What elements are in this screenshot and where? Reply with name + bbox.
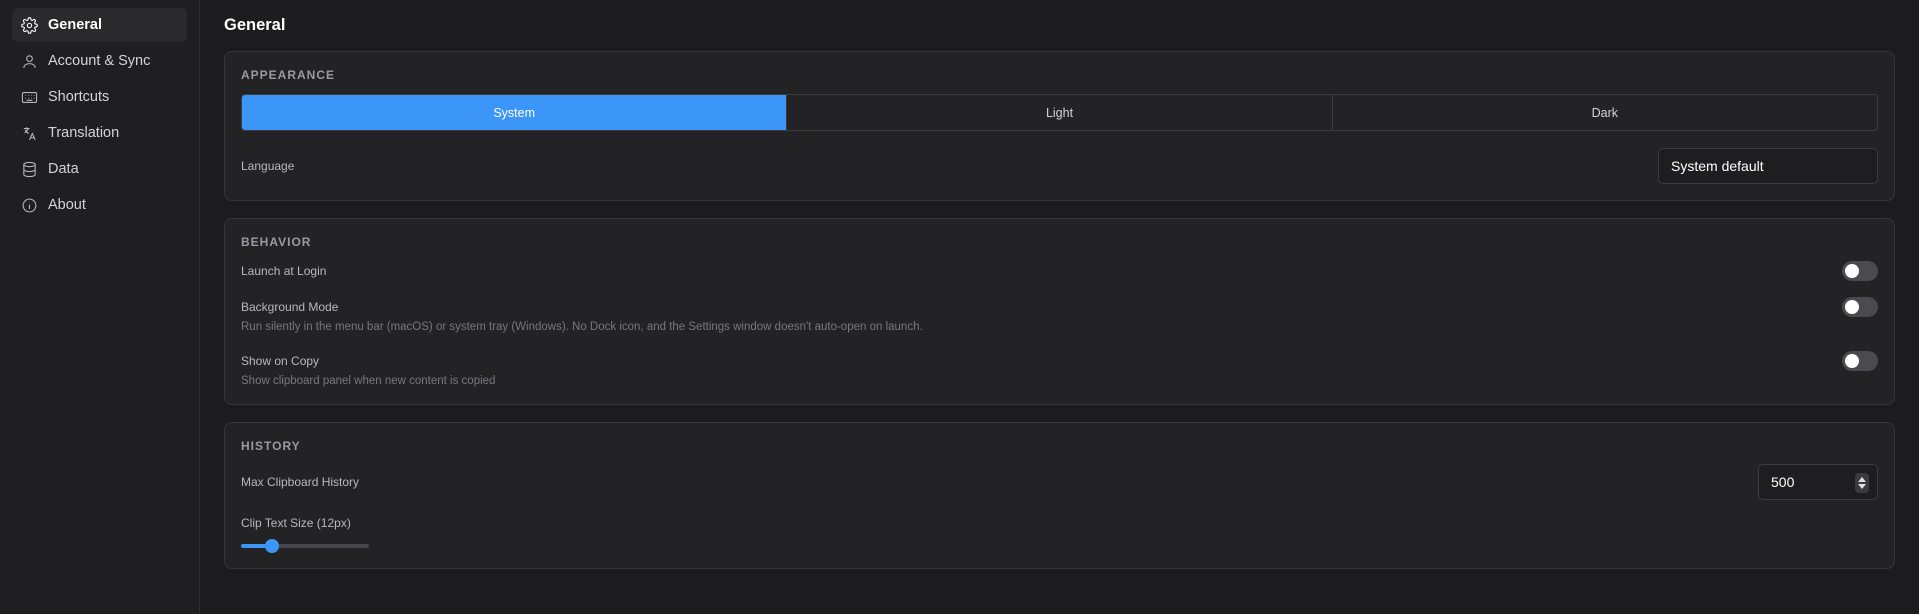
sidebar-item-label: Shortcuts bbox=[48, 89, 110, 105]
sidebar-item-label: Translation bbox=[48, 125, 120, 141]
max-history-label: Max Clipboard History bbox=[241, 475, 360, 489]
sidebar-item-label: About bbox=[48, 197, 86, 213]
clip-text-size-slider[interactable] bbox=[241, 539, 369, 553]
background-mode-description: Run silently in the menu bar (macOS) or … bbox=[241, 321, 923, 333]
sidebar-item-label: Account & Sync bbox=[48, 53, 151, 69]
max-history-input[interactable]: 500 bbox=[1758, 464, 1878, 500]
show-on-copy-label: Show on Copy bbox=[241, 354, 320, 368]
page-title: General bbox=[224, 16, 286, 34]
history-heading: HISTORY bbox=[241, 439, 301, 453]
sidebar-item-shortcuts[interactable]: Shortcuts bbox=[12, 80, 187, 114]
appearance-card: APPEARANCE System Light Dark Language Sy… bbox=[224, 51, 1895, 201]
gear-icon bbox=[20, 16, 38, 34]
show-on-copy-toggle[interactable] bbox=[1842, 351, 1878, 371]
sidebar-item-label: Data bbox=[48, 161, 79, 177]
theme-segmented-control: System Light Dark bbox=[241, 94, 1878, 131]
keyboard-icon bbox=[20, 88, 38, 106]
stepper-down-icon[interactable] bbox=[1858, 484, 1866, 489]
theme-option-system[interactable]: System bbox=[242, 95, 788, 130]
max-history-value: 500 bbox=[1771, 474, 1795, 490]
behavior-card: BEHAVIOR Launch at Login Background Mode… bbox=[224, 218, 1895, 405]
toggle-knob bbox=[1845, 264, 1859, 278]
theme-option-light[interactable]: Light bbox=[787, 95, 1333, 130]
sidebar-item-translation[interactable]: Translation bbox=[12, 116, 187, 150]
appearance-heading: APPEARANCE bbox=[241, 68, 336, 82]
show-on-copy-description: Show clipboard panel when new content is… bbox=[241, 375, 496, 387]
background-mode-toggle[interactable] bbox=[1842, 297, 1878, 317]
background-mode-label: Background Mode bbox=[241, 300, 339, 314]
database-icon bbox=[20, 160, 38, 178]
language-label: Language bbox=[241, 159, 295, 173]
launch-at-login-toggle[interactable] bbox=[1842, 261, 1878, 281]
stepper-up-icon[interactable] bbox=[1858, 477, 1866, 482]
behavior-heading: BEHAVIOR bbox=[241, 235, 312, 249]
toggle-knob bbox=[1845, 300, 1859, 314]
number-stepper[interactable] bbox=[1855, 473, 1869, 493]
sidebar-item-label: General bbox=[48, 17, 102, 33]
clip-text-size-label: Clip Text Size (12px) bbox=[241, 516, 351, 530]
language-select[interactable]: System default bbox=[1658, 148, 1878, 184]
launch-at-login-label: Launch at Login bbox=[241, 264, 327, 278]
translate-icon bbox=[20, 124, 38, 142]
history-card: HISTORY Max Clipboard History 500 Clip T… bbox=[224, 422, 1895, 569]
sidebar-item-general[interactable]: General bbox=[12, 8, 187, 42]
theme-option-dark[interactable]: Dark bbox=[1333, 95, 1877, 130]
sidebar-item-about[interactable]: About bbox=[12, 188, 187, 222]
toggle-knob bbox=[1845, 354, 1859, 368]
settings-content: General APPEARANCE System Light Dark Lan… bbox=[200, 0, 1919, 614]
user-icon bbox=[20, 52, 38, 70]
sidebar: General Account & Sync Shortcuts Transla… bbox=[0, 0, 200, 614]
info-icon bbox=[20, 196, 38, 214]
sidebar-item-account-sync[interactable]: Account & Sync bbox=[12, 44, 187, 78]
slider-thumb[interactable] bbox=[264, 539, 279, 553]
sidebar-item-data[interactable]: Data bbox=[12, 152, 187, 186]
